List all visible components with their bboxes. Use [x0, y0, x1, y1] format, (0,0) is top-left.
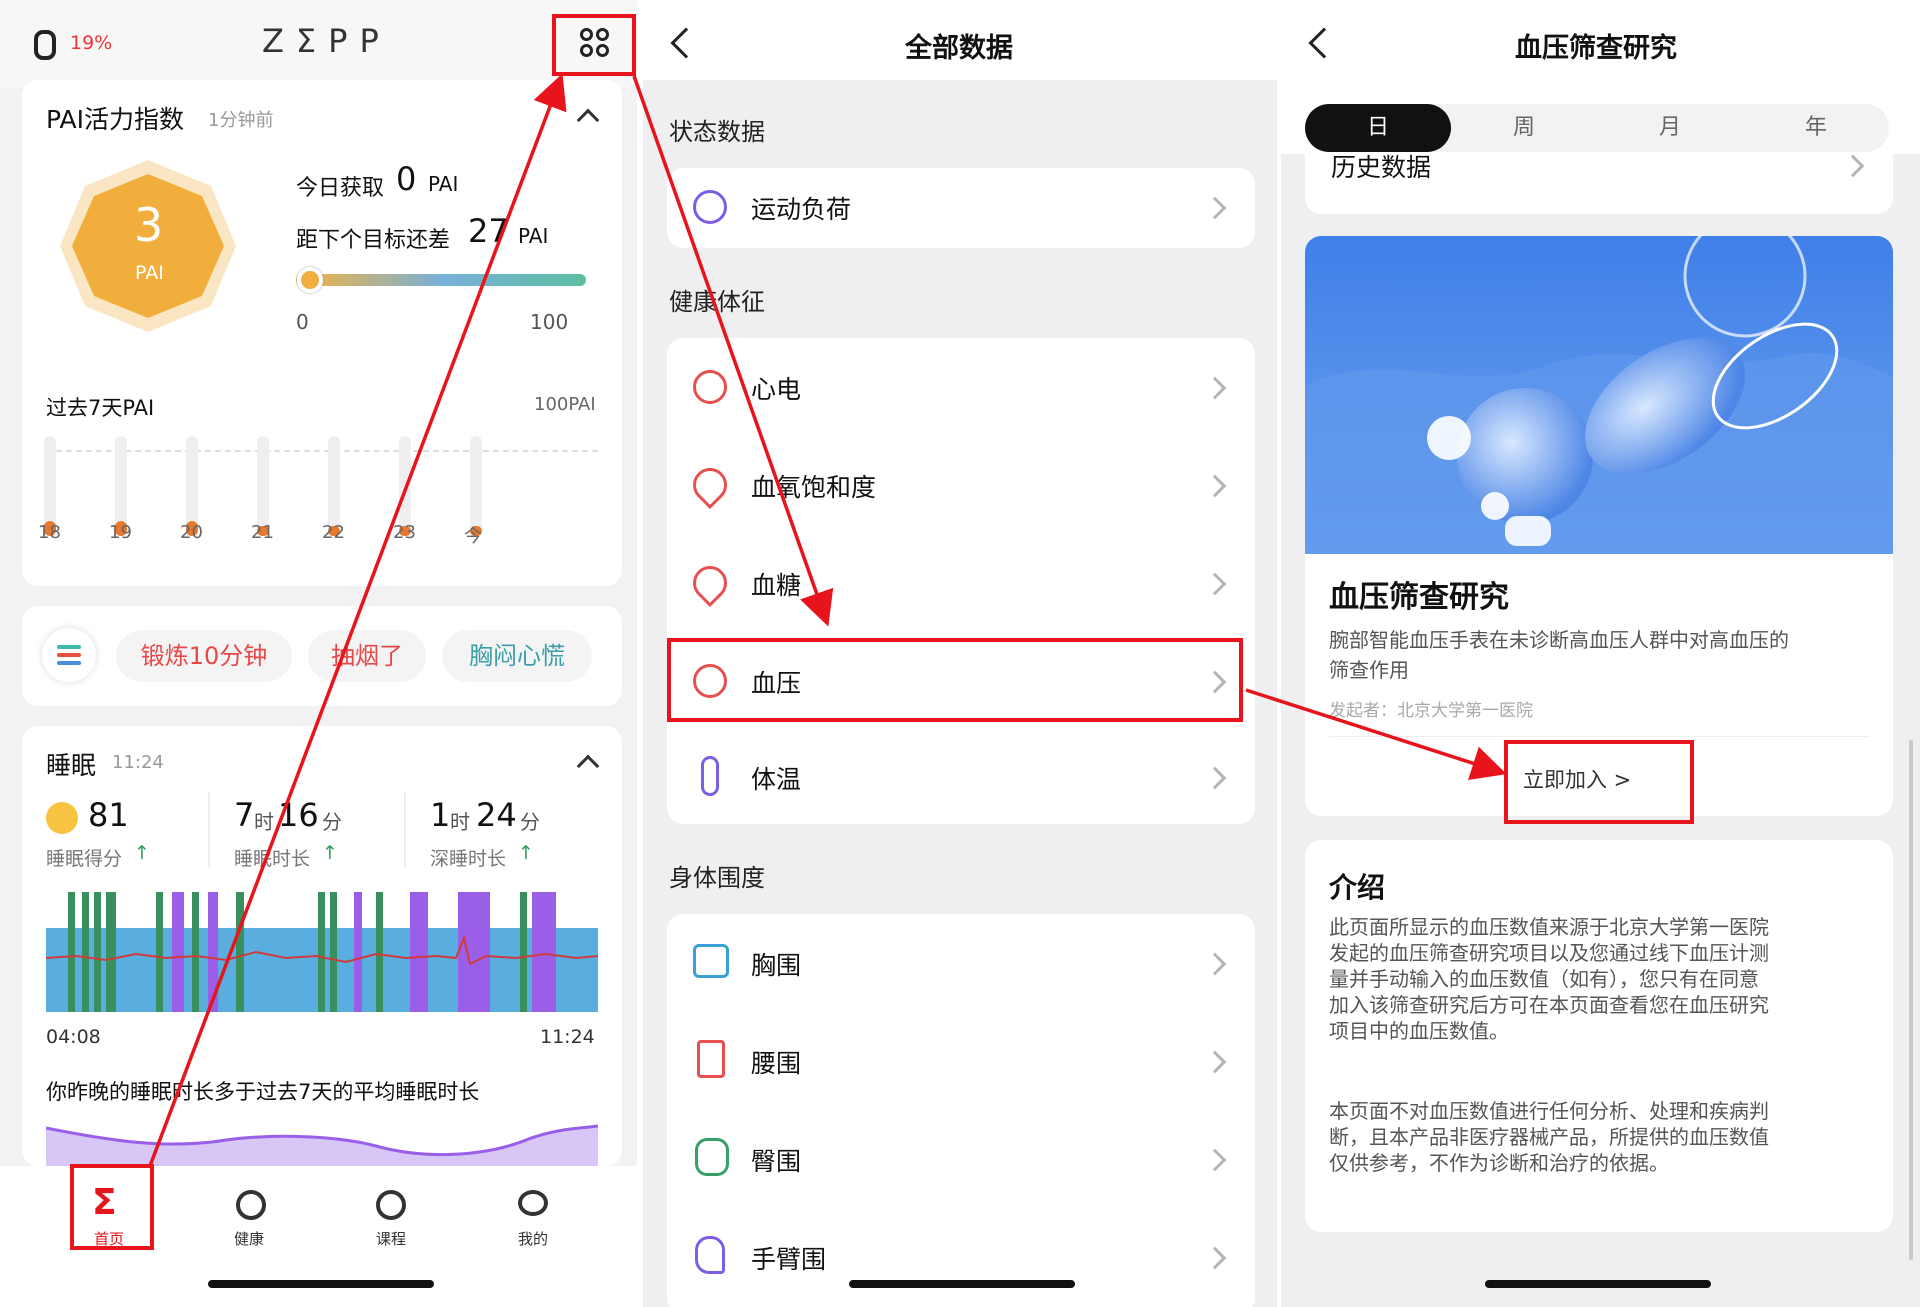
screenshot-collage: 19% ZΣPP PAI活力指数 1分钟前 3 PAI 今日获取 0 PAI 距… [0, 0, 1920, 1307]
annotation-arrows [148, 73, 1507, 1167]
